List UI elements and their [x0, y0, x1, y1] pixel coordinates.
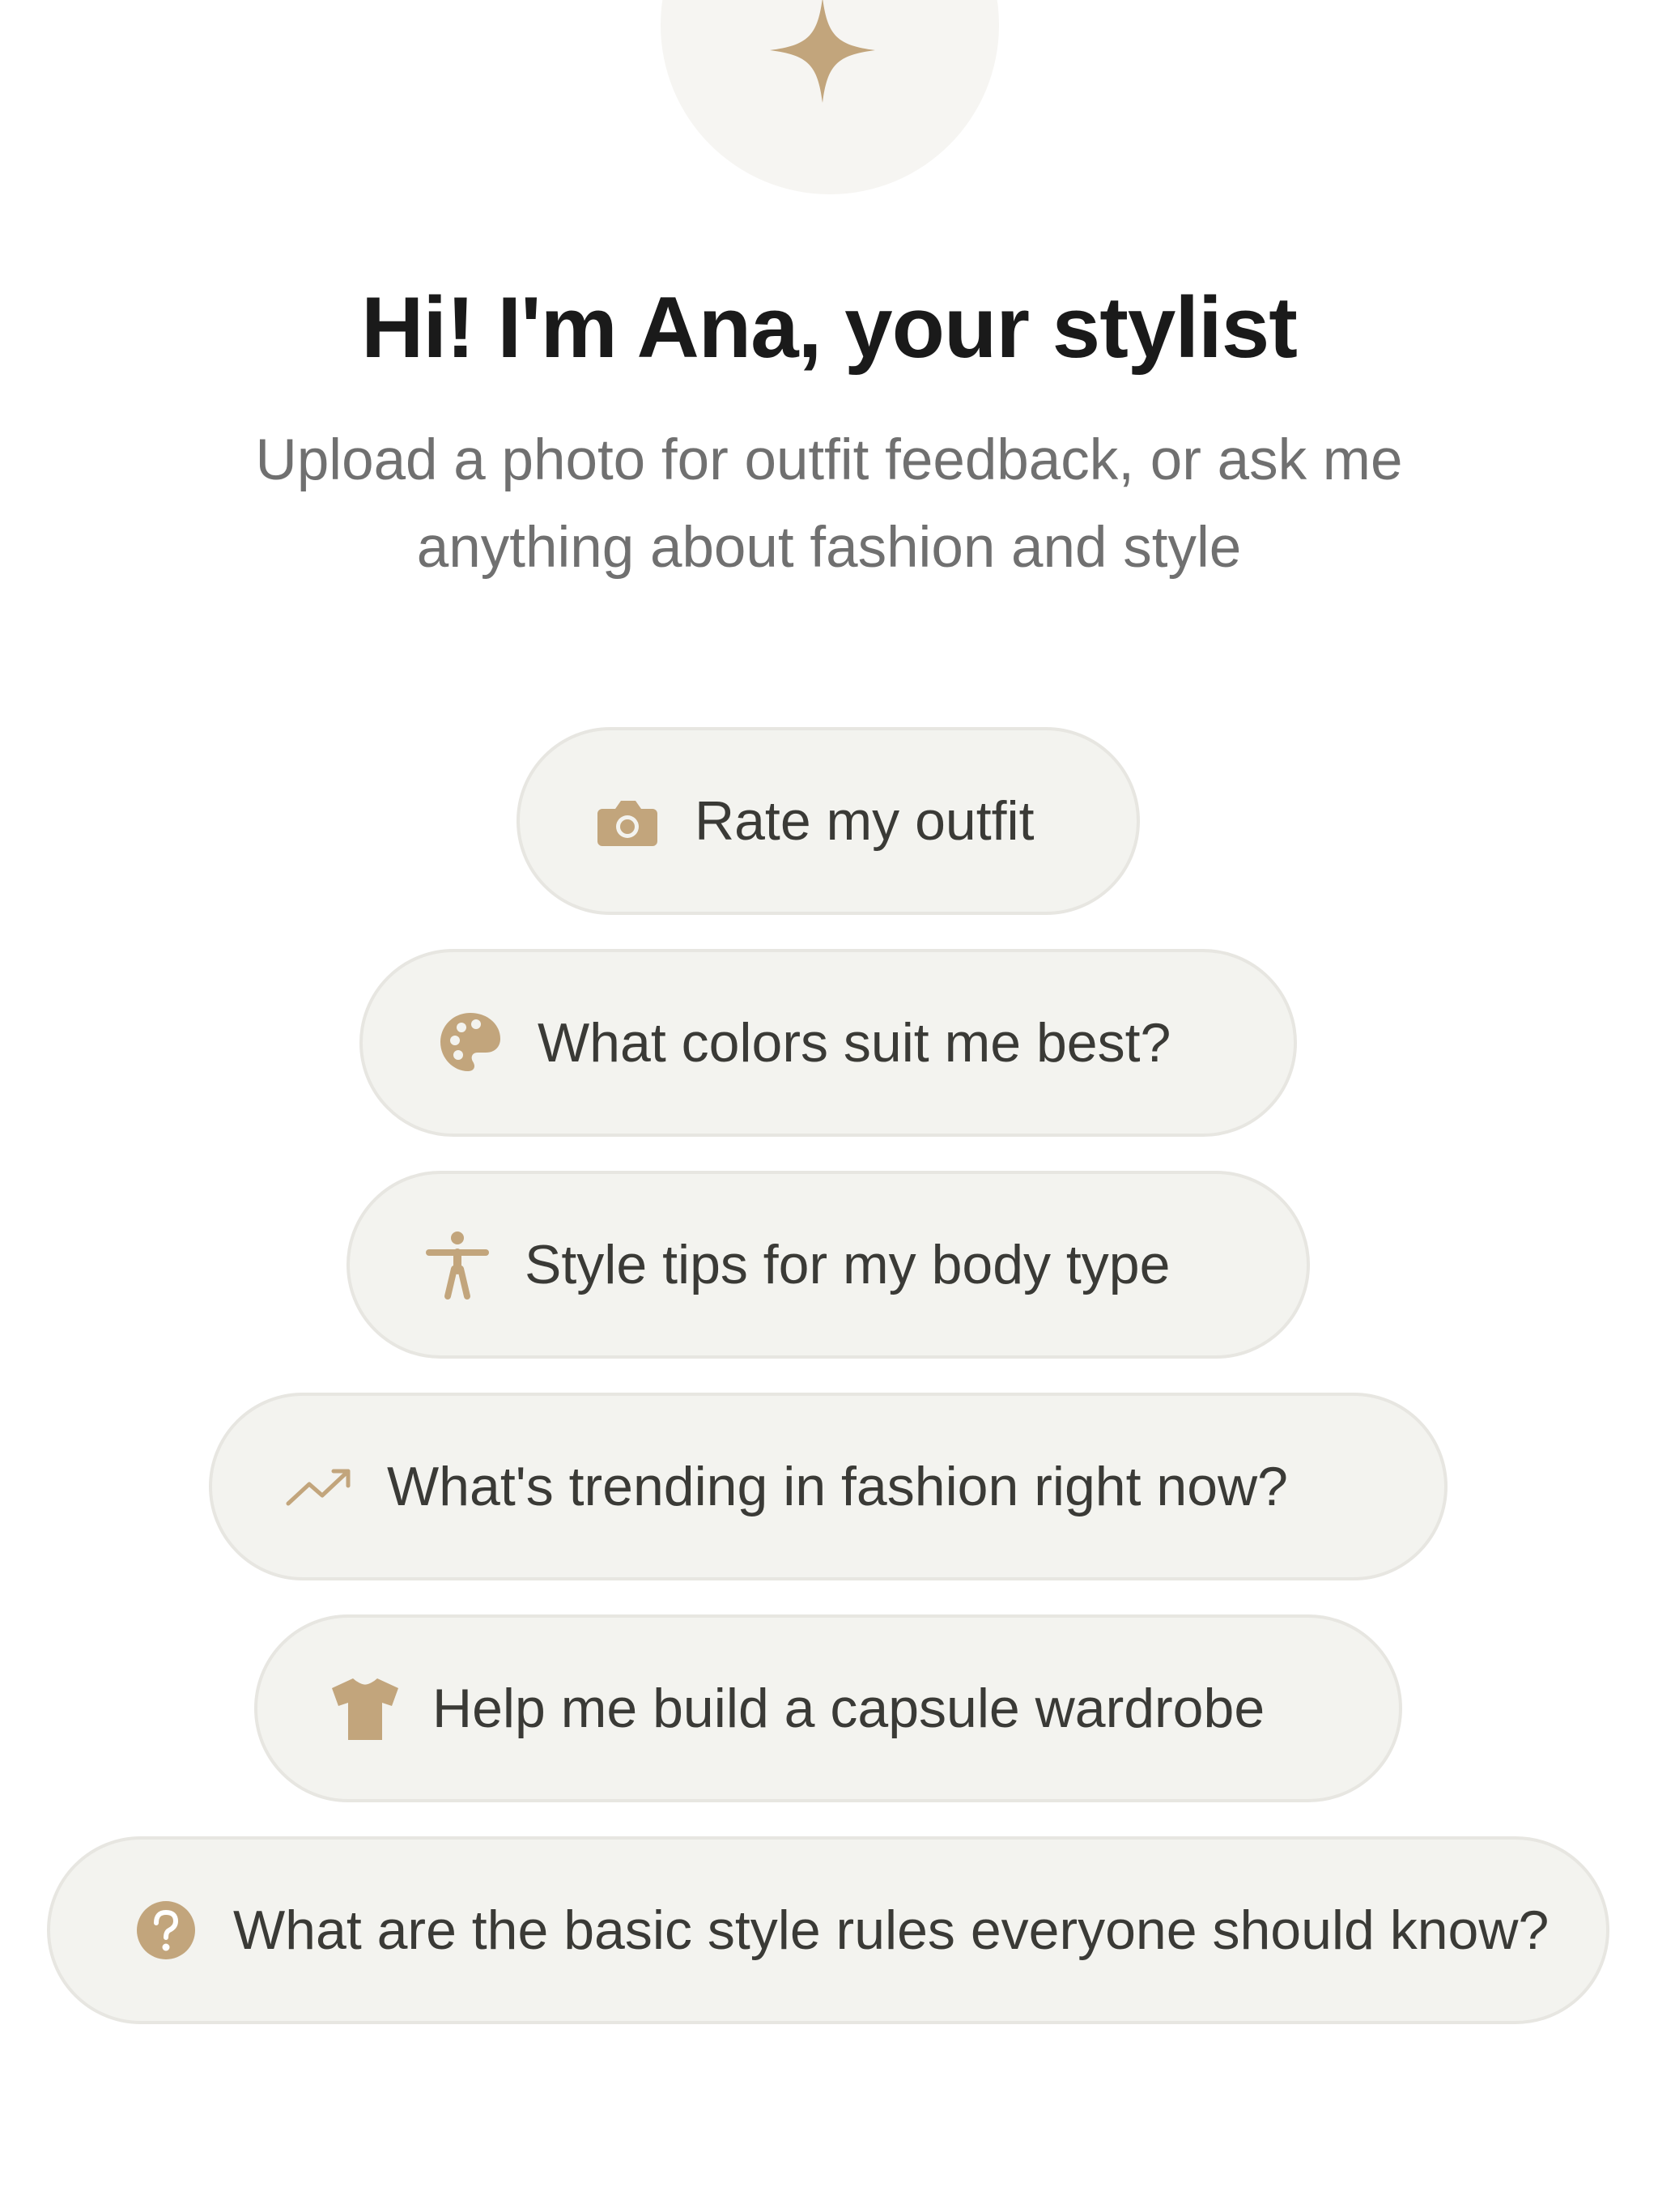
sparkle-icon — [770, 0, 875, 103]
suggestion-trending-button[interactable]: What's trending in fashion right now? — [209, 1393, 1448, 1580]
trending-up-icon — [283, 1450, 356, 1523]
suggestion-style-rules-button[interactable]: What are the basic style rules everyone … — [47, 1836, 1609, 2024]
suggestion-rate-outfit-button[interactable]: Rate my outfit — [517, 727, 1140, 915]
page-title: Hi! I'm Ana, your stylist — [361, 279, 1298, 376]
stylist-avatar — [661, 0, 999, 194]
suggestion-label: What colors suit me best? — [538, 1012, 1171, 1074]
palette-icon — [434, 1006, 507, 1079]
suggestion-label: What are the basic style rules everyone … — [233, 1899, 1550, 1961]
question-icon — [130, 1894, 202, 1967]
person-icon — [421, 1228, 494, 1301]
suggestion-capsule-wardrobe-button[interactable]: Help me build a capsule wardrobe — [254, 1614, 1402, 1802]
suggestion-colors-button[interactable]: What colors suit me best? — [359, 949, 1297, 1137]
suggestion-body-type-button[interactable]: Style tips for my body type — [346, 1171, 1310, 1359]
page-subtitle: Upload a photo for outfit feedback, or a… — [255, 428, 1403, 580]
suggestion-label: Style tips for my body type — [525, 1234, 1171, 1295]
camera-icon — [591, 785, 664, 857]
tshirt-icon — [329, 1672, 402, 1745]
suggestion-label: Help me build a capsule wardrobe — [432, 1678, 1265, 1739]
suggestion-label: What's trending in fashion right now? — [387, 1456, 1288, 1517]
suggestion-label: Rate my outfit — [695, 790, 1035, 852]
